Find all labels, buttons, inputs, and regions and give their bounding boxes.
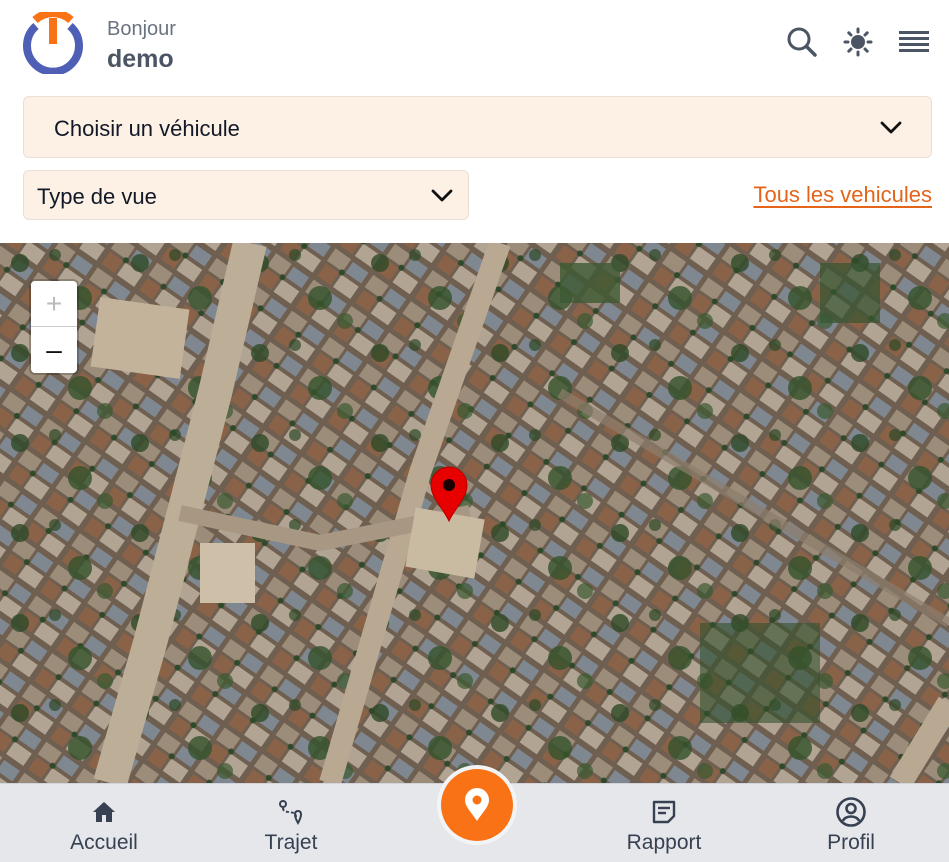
brightness-icon[interactable] (842, 26, 874, 58)
nav-item-rapport[interactable]: Rapport (584, 784, 744, 862)
vehicle-select[interactable]: Choisir un véhicule (23, 96, 932, 158)
route-icon (275, 796, 307, 828)
nav-label: Trajet (264, 831, 318, 854)
nav-label: Profil (827, 831, 875, 854)
zoom-in-button[interactable]: + (31, 281, 77, 327)
app-logo (23, 12, 83, 74)
nav-label: Accueil (70, 831, 138, 854)
username-text: demo (107, 45, 174, 73)
nav-item-accueil[interactable]: Accueil (24, 784, 184, 862)
zoom-out-button[interactable]: – (31, 327, 77, 373)
report-icon (648, 796, 680, 828)
menu-icon[interactable] (898, 26, 930, 58)
nav-item-trajet[interactable]: Trajet (211, 784, 371, 862)
zoom-control: + – (31, 281, 77, 373)
location-pin-icon (465, 788, 489, 821)
nav-label: Rapport (626, 831, 702, 854)
view-type-label: Type de vue (37, 184, 157, 209)
map-view[interactable]: + – (0, 243, 949, 783)
vehicle-select-label: Choisir un véhicule (54, 116, 240, 141)
app-header: Bonjour demo (0, 0, 949, 90)
view-type-select[interactable]: Type de vue (23, 170, 469, 220)
satellite-map-image (0, 243, 949, 783)
nav-item-profil[interactable]: Profil (771, 784, 931, 862)
location-fab-button[interactable] (441, 769, 513, 841)
home-icon (88, 796, 120, 828)
all-vehicles-link[interactable]: Tous les vehicules (753, 182, 932, 208)
search-icon[interactable] (786, 26, 818, 58)
chevron-down-icon (880, 121, 902, 134)
location-marker-icon[interactable] (429, 466, 469, 522)
chevron-down-icon (431, 189, 453, 202)
greeting-text: Bonjour (107, 18, 176, 40)
profile-icon (835, 796, 867, 828)
